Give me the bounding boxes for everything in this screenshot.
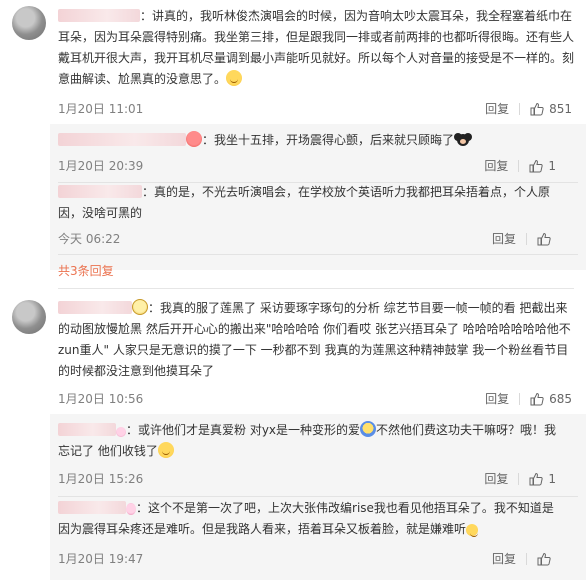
reply-button[interactable]: 回复 (492, 230, 516, 247)
thinking-emoji-icon (226, 70, 243, 86)
thumbs-up-icon (537, 232, 551, 245)
emoji-icon (126, 503, 136, 515)
reply-username[interactable] (58, 423, 116, 436)
thumbs-up-icon (529, 472, 544, 485)
comment-text: ：我真的服了莲黑了 采访要琢字琢句的分析 综艺节目要一帧一帧的看 把截出来的动图… (58, 299, 571, 378)
reply-text: ：真的是，不光去听演唱会，在学校放个英语听力我都把耳朵捂着点，个人原因，没啥可黑… (58, 182, 558, 224)
reply-text: ：我坐十五排，开场震得心颤，后来就只顾晦了 (58, 130, 578, 151)
avatar[interactable] (12, 6, 46, 40)
comment-actions: 回复 851 (485, 100, 572, 117)
like-button[interactable]: 1 (529, 472, 556, 486)
comment-time: 1月20日 11:01 (58, 102, 144, 116)
avatar[interactable] (12, 300, 46, 334)
comment-text: ：讲真的，我听林俊杰演唱会的时候，因为音响太吵太震耳朵，我全程塞着纸巾在耳朵，因… (58, 6, 578, 90)
like-button[interactable] (537, 552, 556, 566)
comment-item: ：我真的服了莲黑了 采访要琢字琢句的分析 综艺节目要一帧一帧的看 把截出来的动图… (0, 290, 586, 580)
reply-username[interactable] (58, 185, 142, 198)
comment-item: ：讲真的，我听林俊杰演唱会的时候，因为音响太吵太震耳朵，我全程塞着纸巾在耳朵，因… (0, 0, 586, 278)
like-count: 851 (549, 101, 572, 116)
like-count: 1 (548, 471, 556, 486)
reply-time: 1月20日 15:26 (58, 472, 144, 486)
reply-text: ：这个不是第一次了吧，上次大张伟改编rise我也看见他捂耳朵了。我不知道是因为震… (58, 501, 554, 537)
smile-emoji-icon (157, 442, 174, 458)
reply-actions: 回复 1 (484, 470, 556, 487)
reply-body: 我坐十五排，开场震得心颤，后来就只顾晦了 (214, 133, 455, 147)
reply-actions: 回复 (492, 550, 556, 567)
reply-button[interactable]: 回复 (485, 100, 509, 117)
emoji-icon (360, 421, 377, 437)
like-count: 1 (548, 158, 556, 173)
comment-actions: 回复 685 (485, 390, 572, 407)
reply-time: 今天 06:22 (58, 232, 121, 246)
thumbs-up-icon (530, 102, 544, 115)
reply-button[interactable]: 回复 (484, 470, 508, 487)
reply-actions: 回复 1 (484, 157, 556, 174)
reply-button[interactable]: 回复 (492, 550, 516, 567)
reply-username[interactable] (58, 501, 126, 514)
more-replies-link[interactable]: 共3条回复 (58, 262, 114, 279)
thumbs-up-icon (529, 159, 544, 172)
reply-button[interactable]: 回复 (485, 390, 509, 407)
comment-time: 1月20日 10:56 (58, 392, 144, 406)
like-button[interactable]: 685 (530, 392, 572, 406)
reply-box: ：我坐十五排，开场震得心颤，后来就只顾晦了 1月20日 20:39 回复 1 ：… (50, 124, 586, 270)
emoji-icon (466, 524, 479, 537)
reply-text: ：或许他们才是真爱粉 对yx是一种变形的爱 不然他们费这功夫干嘛呀？哦！我忘记了 … (58, 420, 558, 462)
thumbs-up-icon (537, 552, 551, 565)
reply-time: 1月20日 19:47 (58, 552, 144, 566)
username[interactable] (58, 301, 132, 314)
mickey-emoji-icon (454, 131, 472, 147)
reply-box: ：或许他们才是真爱粉 对yx是一种变形的爱 不然他们费这功夫干嘛呀？哦！我忘记了 … (50, 414, 586, 580)
emoji-icon (132, 299, 148, 315)
emoji-icon (186, 131, 202, 147)
like-button[interactable]: 1 (529, 159, 556, 173)
reply-time: 1月20日 20:39 (58, 159, 144, 173)
username[interactable] (58, 9, 140, 22)
thumbs-up-icon (530, 392, 544, 405)
reply-button[interactable]: 回复 (484, 157, 508, 174)
reply-body: ：或许他们才是真爱粉 对yx是一种变形的爱 (126, 423, 361, 437)
like-button[interactable]: 851 (530, 102, 572, 116)
reply-actions: 回复 (492, 230, 556, 247)
reply-username[interactable] (58, 133, 186, 146)
emoji-icon (116, 427, 126, 437)
like-count: 685 (549, 391, 572, 406)
like-button[interactable] (537, 232, 556, 246)
